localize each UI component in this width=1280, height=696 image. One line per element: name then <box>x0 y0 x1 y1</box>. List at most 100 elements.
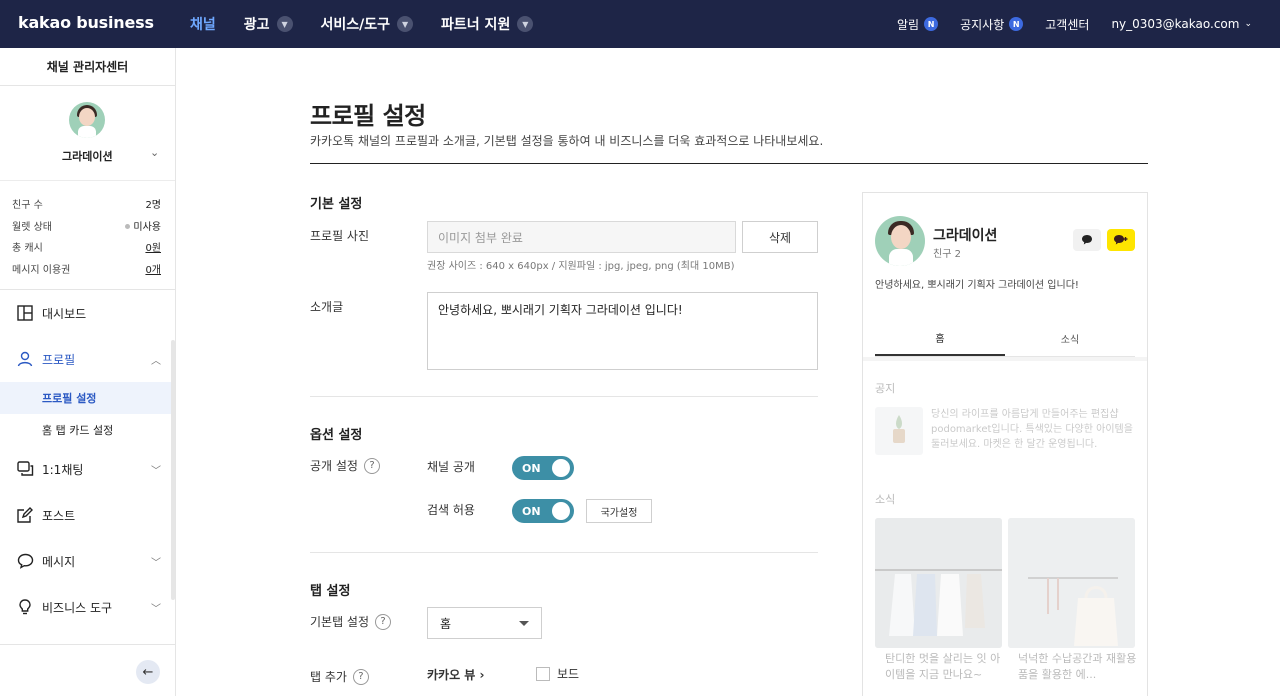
section-title-tabs: 탭 설정 <box>310 584 351 599</box>
sidebar-item-post[interactable]: 포스트 <box>0 492 175 538</box>
speech-bubble-icon <box>16 552 34 570</box>
nav-partner[interactable]: 파트너 지원 ▼ <box>441 14 534 34</box>
search-allow-toggle[interactable]: ON <box>512 499 574 523</box>
preview-tab-home: 홈 <box>875 321 1005 356</box>
board-checkbox[interactable] <box>536 667 550 681</box>
photo-hint: 권장 사이즈 : 640 x 640px / 지원파일 : jpg, jpeg,… <box>427 261 735 272</box>
stat-value-link[interactable]: 0원 <box>145 239 161 254</box>
sidebar-title: 채널 관리자센터 <box>0 48 175 86</box>
arrow-left-icon: ← <box>142 664 154 680</box>
section-title-basic: 기본 설정 <box>310 197 363 212</box>
preview-tabs: 홈 소식 <box>875 321 1135 357</box>
sidebar-item-profile[interactable]: 프로필 ︿ <box>0 336 175 382</box>
help-icon[interactable]: ? <box>363 457 380 474</box>
intro-textarea[interactable]: 안녕하세요, 뽀시래기 기획자 그라데이션 입니다! <box>427 292 818 370</box>
sidebar-item-label: 포스트 <box>42 508 76 523</box>
nav-ads-label: 광고 <box>243 17 270 33</box>
chevron-down-icon: ▼ <box>517 16 534 32</box>
stat-value-link[interactable]: 0개 <box>145 261 161 276</box>
help-icon[interactable]: ? <box>352 668 369 685</box>
toggle-on-label: ON <box>522 461 541 475</box>
support-link[interactable]: 고객센터 <box>1045 16 1089 33</box>
new-badge: N <box>924 17 939 31</box>
preview-notice-text: 당신의 라이프를 아름답게 만들어주는 편집샵 podomarket입니다. 특… <box>931 409 1133 450</box>
default-tab-select[interactable]: 홈 <box>427 607 542 639</box>
stat-label: 메시지 이용권 <box>12 264 71 276</box>
profile-photo-label: 프로필 사진 <box>310 229 370 243</box>
collapse-sidebar-button[interactable]: ← <box>136 660 160 684</box>
account-menu[interactable]: ny_0303@kakao.com ⌄ <box>1111 17 1252 31</box>
public-setting-text: 공개 설정 <box>310 459 358 473</box>
alarm-link[interactable]: 알림 N <box>897 16 939 33</box>
nav-ads[interactable]: 광고 ▼ <box>244 14 293 34</box>
sidebar-item-label: 1:1채팅 <box>42 462 84 477</box>
sidebar-item-biz-tools[interactable]: 비즈니스 도구 ﹀ <box>0 584 175 630</box>
profile-preview: 그라데이션 친구 2 안녕하세요, 뽀시래기 기획자 그라데이션 입니다! 홈 … <box>862 192 1148 696</box>
speech-bubble-icon <box>1082 235 1092 245</box>
tab-add-label: 탭 추가 ? <box>310 668 369 685</box>
country-setting-button[interactable]: 국가설정 <box>586 499 652 523</box>
chevron-down-icon: ﹀ <box>151 557 161 569</box>
section-title-options: 옵션 설정 <box>310 428 363 443</box>
chat-icon <box>16 460 34 478</box>
chevron-down-icon: ▼ <box>397 16 414 32</box>
sidebar-item-dashboard[interactable]: 대시보드 <box>0 290 175 336</box>
preview-channel-name: 그라데이션 <box>933 228 998 244</box>
sidebar-scrollbar[interactable] <box>171 340 175 600</box>
stat-label: 총 캐시 <box>12 243 43 255</box>
stat-value: 2명 <box>145 200 161 212</box>
sidebar-subitem-home-tab-card[interactable]: 홈 탭 카드 설정 <box>0 414 175 446</box>
notice-link[interactable]: 공지사항 N <box>960 16 1024 33</box>
preview-notice-title: 공지 <box>875 382 896 395</box>
preview-tab-news: 소식 <box>1060 335 1080 346</box>
help-icon[interactable]: ? <box>375 613 392 630</box>
sidebar-item-label: 프로필 <box>42 352 76 367</box>
dashboard-icon <box>16 304 34 322</box>
toggle-on-label: ON <box>522 504 541 518</box>
default-tab-text: 기본탭 설정 <box>310 615 370 629</box>
chevron-down-icon[interactable]: ⌄ <box>150 146 159 159</box>
nav-channel[interactable]: 채널 <box>190 14 216 34</box>
preview-avatar <box>875 216 925 266</box>
sidebar-item-message[interactable]: 메시지 ﹀ <box>0 538 175 584</box>
nav-partner-label: 파트너 지원 <box>441 17 511 33</box>
user-icon <box>16 350 34 368</box>
channel-switcher[interactable]: 그라데이션 ⌄ <box>0 86 175 181</box>
board-label: 보드 <box>557 667 580 681</box>
channel-public-toggle[interactable]: ON <box>512 456 574 480</box>
intro-label: 소개글 <box>310 300 344 314</box>
kakao-business-logo[interactable]: kakao business <box>18 13 154 32</box>
chevron-down-icon: ﹀ <box>151 603 161 615</box>
nav-services-label: 서비스/도구 <box>320 17 391 33</box>
nav-channel-label: 채널 <box>190 17 216 33</box>
stat-wallet: 월렛 상태 미사용 <box>12 215 161 237</box>
notice-thumbnail <box>875 407 923 455</box>
top-bar: kakao business 채널 광고 ▼ 서비스/도구 ▼ 파트너 지원 ▼… <box>0 0 1280 48</box>
news-card-image <box>875 518 1002 648</box>
utility-nav: 알림 N 공지사항 N 고객센터 ny_0303@kakao.com ⌄ <box>875 0 1252 48</box>
preview-add-channel-button <box>1107 229 1135 251</box>
profile-photo-field[interactable]: 이미지 첨부 완료 <box>427 221 736 253</box>
kakao-view-link[interactable]: 카카오 뷰 › <box>427 666 484 683</box>
stat-cash: 총 캐시 0원 <box>12 236 161 258</box>
default-tab-value: 홈 <box>440 616 452 631</box>
delete-photo-button[interactable]: 삭제 <box>742 221 818 253</box>
stat-friends: 친구 수 2명 <box>12 193 161 215</box>
main-content: 프로필 설정 카카오톡 채널의 프로필과 소개글, 기본탭 설정을 통하여 내 … <box>176 48 1280 696</box>
channel-public-label: 채널 공개 <box>427 460 475 474</box>
news-card-image <box>1008 518 1135 648</box>
alarm-label: 알림 <box>897 17 920 32</box>
public-setting-label: 공개 설정 ? <box>310 457 380 474</box>
edit-icon <box>16 506 34 524</box>
tab-add-text: 탭 추가 <box>310 670 347 684</box>
channel-stats: 친구 수 2명 월렛 상태 미사용 총 캐시 0원 메시지 이용권 0개 <box>0 181 175 290</box>
nav-services[interactable]: 서비스/도구 ▼ <box>321 14 414 34</box>
avatar <box>69 102 105 138</box>
sidebar-subitem-profile-settings[interactable]: 프로필 설정 <box>0 382 175 414</box>
search-allow-label: 검색 허용 <box>427 503 475 517</box>
chevron-down-icon: ﹀ <box>151 465 161 477</box>
chevron-down-icon: ⌄ <box>1244 19 1252 29</box>
sidebar-item-chat[interactable]: 1:1채팅 ﹀ <box>0 446 175 492</box>
preview-news-title: 소식 <box>875 493 896 506</box>
stat-label: 월렛 상태 <box>12 221 52 233</box>
